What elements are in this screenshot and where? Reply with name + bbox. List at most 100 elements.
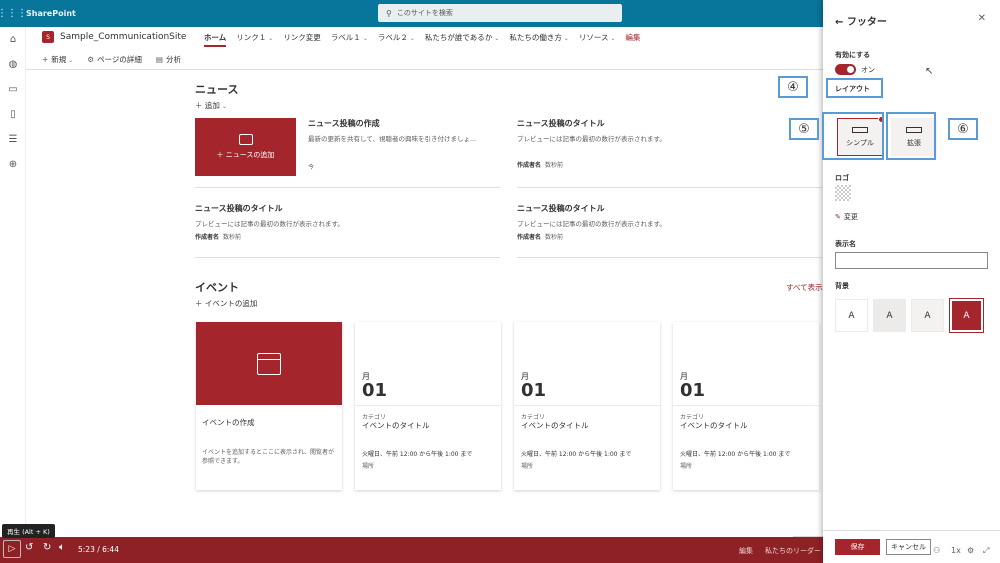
background-swatch-neutral[interactable]: A — [911, 299, 944, 332]
news-card-time: 数秒前 — [545, 162, 564, 169]
news-card[interactable]: ニュース投稿の作成 最新の更新を共有して、視聴者の興味を引き付けましょ... 今 — [308, 118, 498, 171]
add-event-button[interactable]: ＋ イベントの追加 — [195, 298, 257, 309]
add-news-label: ニュースの追加 — [225, 151, 275, 159]
add-news-tile[interactable]: ＋ ニュースの追加 — [195, 118, 296, 176]
news-card-author: 作成者名 — [195, 234, 220, 241]
nav-item-how-we-work[interactable]: 私たちの働き方 ⌄ — [509, 32, 569, 47]
event-location: 場所 — [362, 463, 375, 470]
nav-item-link-change[interactable]: リンク変更 — [283, 32, 321, 47]
chapter-leaders[interactable]: 私たちのリーダー — [765, 546, 821, 556]
play-tooltip: 再生 (Alt + K) — [2, 524, 55, 538]
nav-item-label: リンク１ — [236, 33, 267, 42]
volume-icon[interactable]: 🔈︎ — [59, 542, 65, 553]
add-event-label: イベントの追加 — [204, 299, 258, 308]
files-icon[interactable]: ▯ — [0, 102, 26, 127]
news-card[interactable]: ニュース投稿のタイトル プレビューには記事の最初の数行が表示されます。 作成者名… — [517, 118, 707, 169]
nav-item-who-we-are[interactable]: 私たちが誰であるか ⌄ — [425, 32, 499, 47]
news-card-title: ニュース投稿のタイトル — [517, 204, 605, 213]
app-name[interactable]: SharePoint — [26, 9, 76, 18]
page-details-button[interactable]: ⚙ ページの詳細 — [87, 54, 142, 65]
background-swatch-white[interactable]: A — [835, 299, 868, 332]
enable-footer-toggle[interactable] — [835, 64, 856, 75]
news-card-description: プレビューには記事の最初の数行が表示されます。 — [517, 135, 666, 143]
left-rail: ⌂ ◍ ▭ ▯ ☰ ⊕ — [0, 27, 26, 537]
search-box[interactable]: ⚲ このサイトを検索 — [378, 4, 622, 22]
news-title: ニュース — [195, 83, 239, 96]
callout-number-5: ⑤ — [789, 118, 819, 140]
event-location: 場所 — [521, 463, 534, 470]
news-card-title: ニュース投稿のタイトル — [517, 119, 605, 128]
callout-number-4: ④ — [778, 76, 808, 98]
save-button[interactable]: 保存 — [835, 539, 880, 555]
event-title: イベントのタイトル — [680, 421, 748, 430]
news-add-button[interactable]: ＋ 追加 ⌄ — [195, 100, 227, 111]
divider — [517, 187, 822, 188]
nav-item-label: 私たちの働き方 — [509, 33, 562, 42]
lists-icon[interactable]: ☰ — [0, 127, 26, 152]
command-bar: + 新規 ⌄ ⚙ ページの詳細 ▤ 分析 — [42, 54, 181, 65]
new-button[interactable]: + 新規 ⌄ — [42, 54, 73, 65]
news-add-label: 追加 — [204, 101, 220, 110]
play-button[interactable]: ▷ — [3, 540, 21, 558]
playback-speed[interactable]: 1x — [951, 546, 961, 555]
chevron-down-icon: ⌄ — [494, 35, 500, 42]
site-logo[interactable]: S — [42, 31, 54, 43]
text-color-icon: A — [886, 310, 893, 321]
app-launcher-icon[interactable]: ⋮⋮⋮ — [0, 0, 27, 27]
settings-icon[interactable]: ⚙ — [967, 546, 974, 555]
create-event-card[interactable]: イベントの作成 イベントを追加するとここに表示され、閲覧者が参照できます。 — [196, 322, 342, 490]
captions-icon[interactable]: ⚇ — [933, 546, 940, 555]
divider — [514, 405, 660, 406]
event-card[interactable]: 月 01 カテゴリ イベントのタイトル 火曜日、午前 12:00 から午後 1:… — [514, 322, 660, 490]
nav-item-resources[interactable]: リソース ⌄ — [579, 32, 616, 47]
text-color-icon: A — [848, 310, 855, 321]
news-icon[interactable]: ▭ — [0, 77, 26, 102]
nav-item-home[interactable]: ホーム — [204, 32, 227, 47]
event-time: 火曜日、午前 12:00 から午後 1:00 まで — [362, 451, 473, 458]
see-all-link[interactable]: すべて表示 — [786, 282, 823, 293]
event-card[interactable]: 月 01 カテゴリ イベントのタイトル 火曜日、午前 12:00 から午後 1:… — [673, 322, 819, 490]
text-color-icon: A — [924, 310, 931, 321]
nav-edit-link[interactable]: 編集 — [626, 32, 641, 47]
forward-icon[interactable]: ↻ — [43, 542, 51, 553]
news-card-description: プレビューには記事の最初の数行が表示されます。 — [517, 220, 666, 228]
nav-item-link1[interactable]: リンク１ ⌄ — [236, 32, 273, 47]
event-card[interactable]: 月 01 カテゴリ イベントのタイトル 火曜日、午前 12:00 から午後 1:… — [355, 322, 501, 490]
change-logo-label: 変更 — [843, 213, 858, 221]
analytics-button[interactable]: ▤ 分析 — [156, 54, 181, 65]
close-icon[interactable]: ✕ — [978, 13, 986, 24]
divider — [195, 257, 500, 258]
background-swatch-light[interactable]: A — [873, 299, 906, 332]
divider — [517, 257, 822, 258]
home-icon[interactable]: ⌂ — [0, 27, 26, 52]
nav-item-label: リソース — [578, 33, 609, 42]
create-event-title: イベントの作成 — [202, 418, 255, 427]
mouse-cursor-icon: ↖ — [925, 66, 934, 77]
news-card-description: プレビューには記事の最初の数行が表示されます。 — [195, 220, 344, 228]
background-swatch-strong[interactable]: A — [949, 298, 984, 333]
nav-item-label1[interactable]: ラベル１ ⌄ — [331, 32, 368, 47]
news-card-time: 今 — [308, 164, 315, 171]
chapter-edit[interactable]: 編集 — [739, 546, 753, 556]
edit-icon: ✎ — [835, 213, 841, 221]
logo-label: ロゴ — [835, 174, 849, 182]
news-card-meta: 作成者名 数秒前 — [517, 160, 707, 169]
globe-icon[interactable]: ◍ — [0, 52, 26, 77]
news-card[interactable]: ニュース投稿のタイトル プレビューには記事の最初の数行が表示されます。 作成者名… — [195, 203, 385, 241]
create-icon[interactable]: ⊕ — [0, 152, 26, 177]
fullscreen-icon[interactable]: ⤢ — [983, 546, 989, 556]
news-card[interactable]: ニュース投稿のタイトル プレビューには記事の最初の数行が表示されます。 作成者名… — [517, 203, 707, 241]
news-card-time: 数秒前 — [223, 234, 242, 241]
enabled-label: 有効にする — [835, 51, 871, 59]
display-name-input[interactable] — [835, 252, 988, 269]
change-logo-button[interactable]: ✎ 変更 — [835, 212, 858, 222]
display-name-label: 表示名 — [835, 240, 856, 248]
plus-icon: + — [42, 55, 49, 64]
rewind-icon[interactable]: ↺ — [25, 542, 33, 553]
cancel-button[interactable]: キャンセル — [886, 539, 931, 555]
nav-item-label: ラベル１ — [330, 33, 361, 42]
nav-item-label2[interactable]: ラベル２ ⌄ — [378, 32, 415, 47]
gear-icon: ⚙ — [87, 55, 95, 64]
back-arrow-icon[interactable]: ← — [835, 17, 843, 28]
site-name[interactable]: Sample_CommunicationSite — [60, 32, 186, 42]
